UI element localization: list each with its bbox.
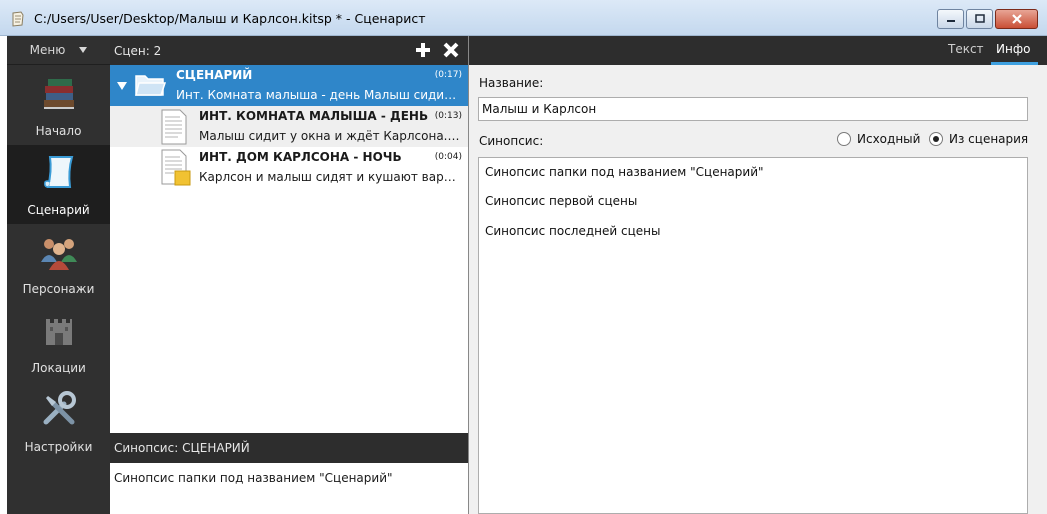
app-icon	[12, 11, 24, 27]
scene-duration: (0:04)	[434, 152, 462, 162]
details-tabs: Текст Инфо	[469, 36, 1047, 65]
minimize-button[interactable]	[937, 9, 964, 29]
radio-from-script-label: Из сценария	[949, 132, 1029, 146]
scene-duration: (0:13)	[434, 111, 462, 121]
synopsis-line: Синопсис последней сцены	[485, 224, 661, 238]
scene-count: 2	[153, 43, 162, 58]
details-panel: Текст Инфо Название: Синопсис: Исходный …	[469, 36, 1047, 514]
remove-scene-icon[interactable]	[442, 41, 460, 59]
maximize-button[interactable]	[966, 9, 993, 29]
scene-count-label: Сцен:	[114, 43, 150, 58]
folder-icon	[135, 75, 166, 96]
window-controls	[937, 9, 1038, 29]
nav-item-label: Настройки	[24, 440, 93, 454]
nav-item-characters[interactable]: Персонажи	[7, 224, 110, 303]
minimize-icon	[946, 20, 955, 22]
books-icon	[43, 79, 74, 109]
scene-row[interactable]: ИНТ. КОМНАТА МАЛЫША - ДЕНЬ (0:13) Малыш …	[110, 106, 468, 147]
window-titlebar: C:/Users/User/Desktop/Малыш и Карлсон.ki…	[0, 0, 1047, 36]
scene-actions	[414, 41, 460, 59]
scene-document-icon	[161, 109, 187, 145]
folder-title: СЦЕНАРИЙ	[176, 68, 253, 82]
synopsis-label: Синопсис:	[479, 134, 544, 148]
chevron-down-icon	[79, 47, 88, 53]
scene-title: ИНТ. ДОМ КАРЛСОНА - НОЧЬ	[199, 150, 402, 164]
tools-icon	[43, 391, 76, 425]
name-field[interactable]	[478, 97, 1028, 121]
scene-title: ИНТ. КОМНАТА МАЛЫША - ДЕНЬ	[199, 109, 429, 123]
scene-folder-row[interactable]: СЦЕНАРИЙ (0:17) Инт. Комната малыша - де…	[110, 65, 468, 106]
scene-document-note-icon	[161, 149, 191, 186]
radio-source-indicator[interactable]	[837, 132, 851, 146]
folder-description: Инт. Комната малыша - день Малыш сидит у…	[176, 88, 462, 102]
nav-item-start[interactable]: Начало	[7, 66, 110, 145]
scenes-panel: Сцен: 2 СЦЕНАРИЙ (0:17) Инт. Комната мал…	[110, 36, 469, 514]
people-icon	[40, 239, 77, 270]
nav-item-locations[interactable]: Локации	[7, 303, 110, 382]
nav-item-label: Начало	[35, 124, 82, 138]
synopsis-panel-text: Синопсис папки под названием "Сценарий"	[114, 471, 393, 485]
nav-item-settings[interactable]: Настройки	[7, 382, 110, 461]
synopsis-line: Синопсис папки под названием "Сценарий"	[485, 165, 764, 179]
close-window-button[interactable]	[995, 9, 1038, 29]
menu-button[interactable]: Меню	[7, 36, 110, 65]
folder-duration: (0:17)	[434, 70, 462, 80]
scroll-icon	[43, 156, 73, 188]
main-navigation: Меню Начало Сценарий Персонажи Локации Н…	[7, 36, 110, 514]
add-scene-icon[interactable]	[414, 41, 432, 59]
radio-from-script[interactable]: Из сценария	[929, 132, 1028, 146]
name-label: Название:	[479, 76, 544, 90]
close-icon	[1011, 14, 1022, 24]
castle-icon	[45, 319, 72, 345]
nav-item-label: Локации	[31, 361, 86, 375]
scene-description: Карлсон и малыш сидят и кушают варенье. …	[199, 170, 462, 184]
nav-item-label: Персонажи	[22, 282, 95, 296]
maximize-icon	[974, 14, 985, 23]
scene-row[interactable]: ИНТ. ДОМ КАРЛСОНА - НОЧЬ (0:04) Карлсон …	[110, 147, 468, 188]
tab-text[interactable]: Текст	[948, 42, 984, 56]
tab-info[interactable]: Инфо	[996, 42, 1030, 56]
expand-arrow-icon[interactable]	[117, 82, 127, 90]
radio-from-script-indicator[interactable]	[929, 132, 943, 146]
nav-item-script[interactable]: Сценарий	[7, 145, 110, 224]
nav-item-label: Сценарий	[27, 203, 90, 217]
scene-description: Малыш сидит у окна и ждёт Карлсона. Карл…	[199, 129, 462, 143]
active-tab-indicator	[991, 62, 1038, 65]
radio-source-label: Исходный	[857, 132, 921, 146]
window-title: C:/Users/User/Desktop/Малыш и Карлсон.ki…	[34, 11, 426, 26]
menu-label: Меню	[29, 43, 66, 57]
scenes-header: Сцен: 2	[110, 36, 468, 65]
synopsis-editor[interactable]: Синопсис папки под названием "Сценарий" …	[478, 157, 1028, 514]
synopsis-panel-header: Синопсис: СЦЕНАРИЙ	[110, 433, 468, 463]
radio-source[interactable]: Исходный	[837, 132, 920, 146]
synopsis-line: Синопсис первой сцены	[485, 194, 638, 208]
